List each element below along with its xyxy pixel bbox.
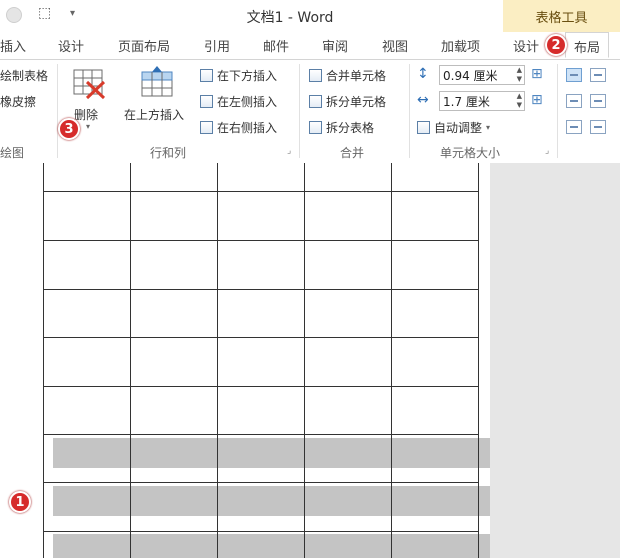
- draw-table-label: 绘制表格: [0, 69, 49, 83]
- document-area: [0, 163, 620, 558]
- tab-table-layout[interactable]: 布局: [565, 32, 610, 58]
- table-gridline: [217, 163, 218, 558]
- step-badge-1: 1: [9, 491, 31, 513]
- align-bottom-center-icon[interactable]: [590, 120, 606, 134]
- table-gridline: [43, 531, 478, 532]
- group-divider: [299, 64, 300, 158]
- draw-table-button[interactable]: 绘制表格: [0, 67, 48, 84]
- tab-addins[interactable]: 加载项: [441, 36, 480, 55]
- step-badge-3: 3: [58, 118, 80, 140]
- column-width-input[interactable]: 1.7 厘米 ▲ ▼: [439, 91, 525, 111]
- align-bottom-left-icon[interactable]: [566, 120, 582, 134]
- split-table-button[interactable]: 拆分表格: [309, 119, 374, 136]
- insert-above-icon: [141, 66, 173, 97]
- table-gridline: [43, 289, 478, 290]
- autofit-button[interactable]: 自动调整 ▾: [417, 119, 490, 136]
- autofit-icon: [417, 121, 430, 134]
- align-top-center-icon[interactable]: [590, 68, 606, 82]
- table-gridline: [391, 163, 392, 558]
- table-tools-label: 表格工具: [535, 11, 588, 26]
- row-height-value: 0.94 厘米: [443, 69, 498, 83]
- insert-left-label: 在左侧插入: [217, 95, 278, 109]
- column-width-value: 1.7 厘米: [443, 95, 490, 109]
- row-height-spin-icon[interactable]: ▲ ▼: [517, 66, 522, 84]
- merge-group-label: 合并: [340, 146, 365, 160]
- insert-left-icon: [200, 95, 213, 108]
- insert-left-button[interactable]: 在左侧插入: [200, 93, 277, 110]
- step-badge-2: 2: [545, 34, 567, 56]
- tab-insert[interactable]: 插入: [0, 36, 26, 55]
- column-width-icon: ↔: [417, 92, 429, 108]
- split-table-label: 拆分表格: [326, 121, 375, 135]
- table-gridline: [130, 163, 131, 558]
- align-middle-left-icon[interactable]: [566, 94, 582, 108]
- table-gridline: [43, 163, 44, 558]
- table-gridline: [43, 482, 478, 483]
- autofit-dropdown-icon: ▾: [486, 123, 491, 132]
- autofit-label: 自动调整: [434, 121, 483, 135]
- tab-view[interactable]: 视图: [382, 36, 408, 55]
- split-cells-label: 拆分单元格: [326, 95, 387, 109]
- document-title: 文档1 - Word: [246, 10, 334, 26]
- merge-cells-icon: [309, 69, 322, 82]
- delete-table-icon: [73, 69, 106, 100]
- table-gridline: [43, 240, 478, 241]
- eraser-label: 橡皮擦: [0, 95, 37, 109]
- table-gridline: [43, 191, 478, 192]
- delete-dropdown-icon: ▾: [86, 122, 91, 131]
- align-middle-center-icon[interactable]: [590, 94, 606, 108]
- insert-above-label: 在上方插入: [124, 108, 185, 122]
- table-gridline: [43, 386, 478, 387]
- distribute-rows-icon[interactable]: ⊞: [531, 66, 543, 82]
- group-divider: [409, 64, 410, 158]
- tab-review[interactable]: 审阅: [322, 36, 348, 55]
- row-height-icon: ↕: [417, 66, 429, 82]
- column-width-spin-icon[interactable]: ▲ ▼: [517, 92, 522, 110]
- tab-table-design[interactable]: 设计: [513, 36, 539, 55]
- selected-row[interactable]: [53, 486, 490, 516]
- merge-cells-button[interactable]: 合并单元格: [309, 67, 386, 84]
- cell-size-launcher-icon[interactable]: ⌟: [545, 146, 549, 156]
- insert-below-label: 在下方插入: [217, 69, 278, 83]
- insert-right-button[interactable]: 在右侧插入: [200, 119, 277, 136]
- split-table-icon: [309, 121, 322, 134]
- selected-row[interactable]: [53, 534, 490, 558]
- group-divider: [57, 64, 58, 158]
- ribbon-tabs: 插入 设计 页面布局 引用 邮件 审阅 视图 加载项 设计 布局: [0, 32, 620, 59]
- table-tools-context-group: 表格工具: [503, 0, 620, 33]
- tab-page-layout[interactable]: 页面布局: [118, 36, 170, 55]
- selected-row[interactable]: [53, 438, 490, 468]
- table-gridline: [43, 337, 478, 338]
- insert-below-icon: [200, 69, 213, 82]
- insert-right-label: 在右侧插入: [217, 121, 278, 135]
- row-height-input[interactable]: 0.94 厘米 ▲ ▼: [439, 65, 525, 85]
- rows-cols-launcher-icon[interactable]: ⌟: [287, 146, 291, 156]
- tab-design[interactable]: 设计: [58, 36, 84, 55]
- split-cells-icon: [309, 95, 322, 108]
- table-gridline: [478, 163, 479, 558]
- tab-references[interactable]: 引用: [204, 36, 230, 55]
- insert-below-button[interactable]: 在下方插入: [200, 67, 277, 84]
- delete-label: 删除: [74, 108, 99, 122]
- title-bar: ⬚ ▾ 文档1 - Word 表格工具: [0, 0, 620, 33]
- insert-right-icon: [200, 121, 213, 134]
- split-cells-button[interactable]: 拆分单元格: [309, 93, 386, 110]
- tab-mailings[interactable]: 邮件: [263, 36, 289, 55]
- distribute-columns-icon[interactable]: ⊞: [531, 92, 543, 108]
- table-gridline: [43, 434, 478, 435]
- group-divider: [557, 64, 558, 158]
- insert-above-button[interactable]: 在上方插入: [120, 66, 194, 126]
- align-top-left-icon[interactable]: [566, 68, 582, 82]
- eraser-button[interactable]: 橡皮擦: [0, 93, 36, 110]
- document-page[interactable]: [0, 163, 490, 558]
- ribbon-layout-panel: 绘制表格 橡皮擦 绘图 删除 ▾ 在上方插入 在下方插入 在左侧插入 在右侧插入…: [0, 59, 620, 164]
- merge-cells-label: 合并单元格: [326, 69, 387, 83]
- cell-size-group-label: 单元格大小: [440, 146, 501, 160]
- draw-group-label: 绘图: [0, 146, 25, 160]
- rows-cols-group-label: 行和列: [150, 146, 187, 160]
- table-gridline: [304, 163, 305, 558]
